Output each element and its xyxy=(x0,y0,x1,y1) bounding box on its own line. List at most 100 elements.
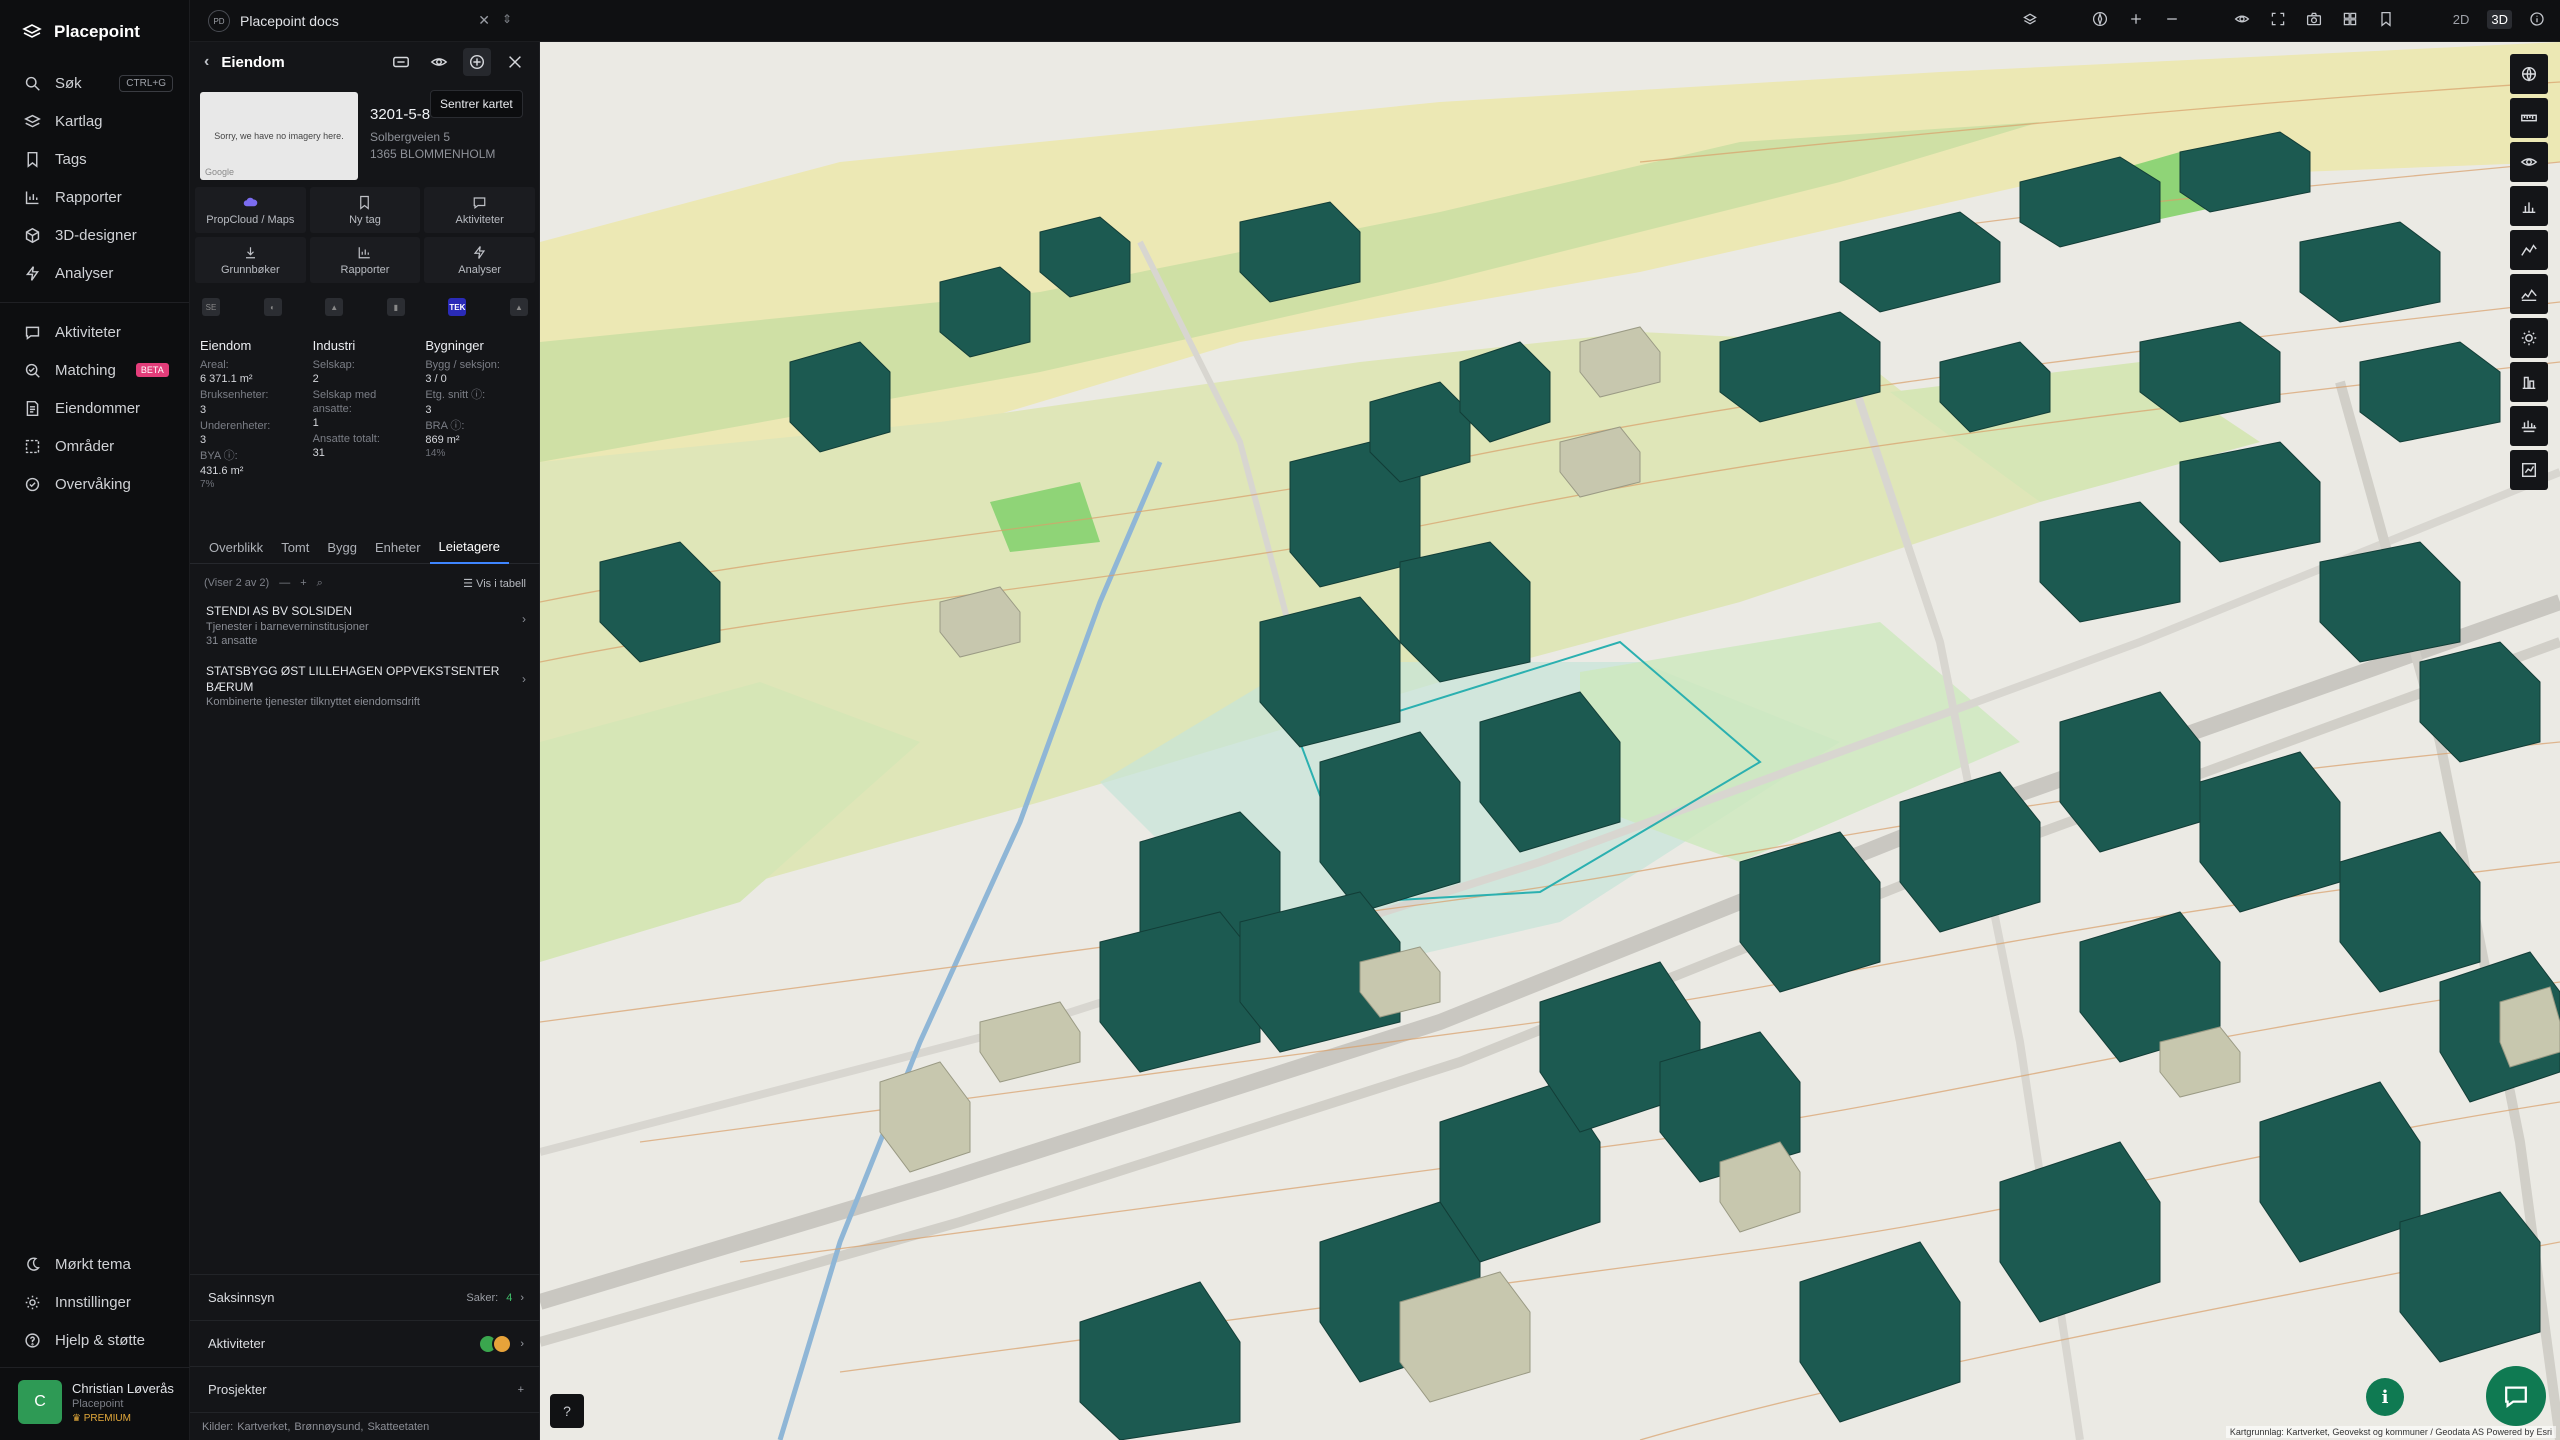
section-icon[interactable] xyxy=(2510,406,2548,446)
property-address: Solbergveien 5 1365 BLOMMENHOLM xyxy=(370,129,495,163)
bar-chart-icon[interactable] xyxy=(2510,186,2548,226)
source-factory-icon[interactable]: ▲ xyxy=(325,298,344,316)
nav-item-help[interactable]: Hjelp & støtte xyxy=(0,1321,190,1359)
nav-item-label: 3D-designer xyxy=(55,226,137,244)
building-chart-icon[interactable] xyxy=(2510,362,2548,402)
propcloud-button[interactable]: PropCloud / Maps xyxy=(195,187,306,233)
zoom-out-icon[interactable] xyxy=(2161,8,2183,30)
nav-item-monitoring[interactable]: Overvåking xyxy=(0,465,189,503)
eye-icon[interactable] xyxy=(2231,8,2253,30)
nav-item-map-layers[interactable]: Kartlag xyxy=(0,102,189,140)
nav-item-dark-theme[interactable]: Mørkt tema xyxy=(0,1245,190,1283)
stat-label: Areal: xyxy=(200,359,229,371)
chat-icon xyxy=(2505,1386,2527,1409)
nav-item-reports[interactable]: Rapporter xyxy=(0,178,189,216)
360-view-icon[interactable] xyxy=(387,48,415,76)
show-table-link[interactable]: ☰ Vis i tabell xyxy=(463,577,526,590)
stats-heading: Bygninger xyxy=(425,338,484,353)
back-icon[interactable]: ‹ xyxy=(204,53,209,71)
nav-item-settings[interactable]: Innstillinger xyxy=(0,1283,190,1321)
source-bars-icon[interactable]: ▮ xyxy=(386,298,405,316)
activities-button[interactable]: Aktiviteter xyxy=(424,187,535,233)
chat-button[interactable] xyxy=(2486,1366,2546,1426)
chevron-right-icon: › xyxy=(520,1337,524,1350)
reports-button[interactable]: Rapporter xyxy=(309,237,421,283)
sun-icon[interactable] xyxy=(2510,318,2548,358)
bookmark-icon[interactable] xyxy=(2375,8,2397,30)
stats-heading: Eiendom xyxy=(200,338,252,353)
app-brand[interactable]: Placepoint xyxy=(0,0,189,64)
info-button[interactable]: i xyxy=(2366,1378,2404,1416)
map-toolbar: 2D 3D xyxy=(2019,8,2548,30)
ruler-icon[interactable] xyxy=(2510,98,2548,138)
tab-tenants[interactable]: Leietagere xyxy=(429,530,509,564)
case-access-row[interactable]: Saksinnsyn Saker: 4 › xyxy=(190,1274,540,1320)
info-icon[interactable] xyxy=(2526,8,2548,30)
nav-item-3d-designer[interactable]: 3D-designer xyxy=(0,216,189,254)
eye-icon[interactable] xyxy=(425,48,453,76)
land-registry-button[interactable]: Grunnbøker xyxy=(195,237,306,283)
source-link[interactable]: Kartverket, xyxy=(237,1421,290,1433)
zoom-in-icon[interactable] xyxy=(2125,8,2147,30)
fullscreen-icon[interactable] xyxy=(2267,8,2289,30)
nav-item-label: Hjelp & støtte xyxy=(55,1331,146,1349)
source-tek-icon[interactable]: TEK xyxy=(448,298,467,316)
nav-item-analyses[interactable]: Analyser xyxy=(0,254,189,292)
source-triangle-icon[interactable]: ▲ xyxy=(509,298,528,316)
compass-icon[interactable] xyxy=(2089,8,2111,30)
tab-overview[interactable]: Overblikk xyxy=(200,530,272,564)
stat-value: 2 xyxy=(312,373,319,386)
grid-icon[interactable] xyxy=(2339,8,2361,30)
chevron-right-icon: › xyxy=(522,612,526,626)
center-map-button[interactable] xyxy=(463,48,491,76)
row-label: Aktiviteter xyxy=(208,1336,266,1351)
mode-3d-button[interactable]: 3D xyxy=(2487,9,2512,29)
activities-row[interactable]: Aktiviteter › xyxy=(190,1320,540,1366)
analysis-box-icon[interactable] xyxy=(2510,450,2548,490)
globe-layers-icon[interactable] xyxy=(2510,54,2548,94)
tenant-item[interactable]: STENDI AS BV SOLSIDEN Tjenester i barnev… xyxy=(206,604,526,648)
tab-building[interactable]: Bygg xyxy=(318,530,366,564)
source-link[interactable]: Brønnøysund, xyxy=(294,1421,363,1433)
map-help-button[interactable]: ? xyxy=(550,1394,584,1428)
user-name: Christian Løverås xyxy=(72,1380,174,1396)
tenant-industry: Tjenester i barneverninstitusjoner xyxy=(206,620,369,633)
close-icon[interactable]: ✕ xyxy=(478,12,490,29)
mode-2d-button[interactable]: 2D xyxy=(2449,10,2474,29)
nav-item-activities[interactable]: Aktiviteter xyxy=(0,313,189,351)
nav-item-search[interactable]: Søk CTRL+G xyxy=(0,64,189,102)
view-shed-icon[interactable] xyxy=(2510,142,2548,182)
nav-item-tags[interactable]: Tags xyxy=(0,140,189,178)
source-globe-icon[interactable]: ◐ xyxy=(263,298,282,316)
new-tag-button[interactable]: Ny tag xyxy=(309,187,421,233)
analyses-button[interactable]: Analyser xyxy=(424,237,535,283)
nav-item-matching[interactable]: Matching BETA xyxy=(0,351,189,389)
main-navigation: Placepoint Søk CTRL+G Kartlag Tags Rappo… xyxy=(0,0,190,1440)
search-icon[interactable]: ⌕ xyxy=(317,577,323,590)
map-canvas[interactable] xyxy=(540,42,2560,1440)
source-se-icon[interactable]: SE xyxy=(202,298,220,316)
add-project-icon[interactable]: + xyxy=(518,1384,524,1396)
chevron-updown-icon[interactable]: ⇕ xyxy=(502,12,512,26)
add-icon[interactable]: + xyxy=(300,577,306,589)
nav-item-areas[interactable]: Områder xyxy=(0,427,189,465)
source-link[interactable]: Skatteetaten xyxy=(367,1421,429,1433)
layers-toggle-icon[interactable] xyxy=(2019,8,2041,30)
action-label: Ny tag xyxy=(349,213,381,226)
tenant-item[interactable]: STATSBYGG ØST LILLEHAGEN OPPVEKSTSENTER … xyxy=(206,664,526,709)
nav-item-label: Eiendommer xyxy=(55,399,141,417)
tab-plot[interactable]: Tomt xyxy=(272,530,318,564)
document-tab[interactable]: PD Placepoint docs ✕ ⇕ xyxy=(200,6,520,36)
camera-icon[interactable] xyxy=(2303,8,2325,30)
action-label: Aktiviteter xyxy=(455,213,504,226)
map-3d-view[interactable]: ? i Kartgrunnlag: Kartverket, Geovekst o… xyxy=(540,42,2560,1440)
close-panel-button[interactable] xyxy=(501,48,529,76)
projects-row[interactable]: Prosjekter + xyxy=(190,1366,540,1412)
collapse-icon[interactable]: — xyxy=(279,577,290,589)
tab-units[interactable]: Enheter xyxy=(366,530,430,564)
nav-item-properties[interactable]: Eiendommer xyxy=(0,389,189,427)
terrain-profile-icon[interactable] xyxy=(2510,274,2548,314)
panel-title: Eiendom xyxy=(221,53,285,71)
user-profile[interactable]: C Christian Løverås Placepoint ♛ PREMIUM xyxy=(0,1367,190,1440)
elevation-icon[interactable] xyxy=(2510,230,2548,270)
